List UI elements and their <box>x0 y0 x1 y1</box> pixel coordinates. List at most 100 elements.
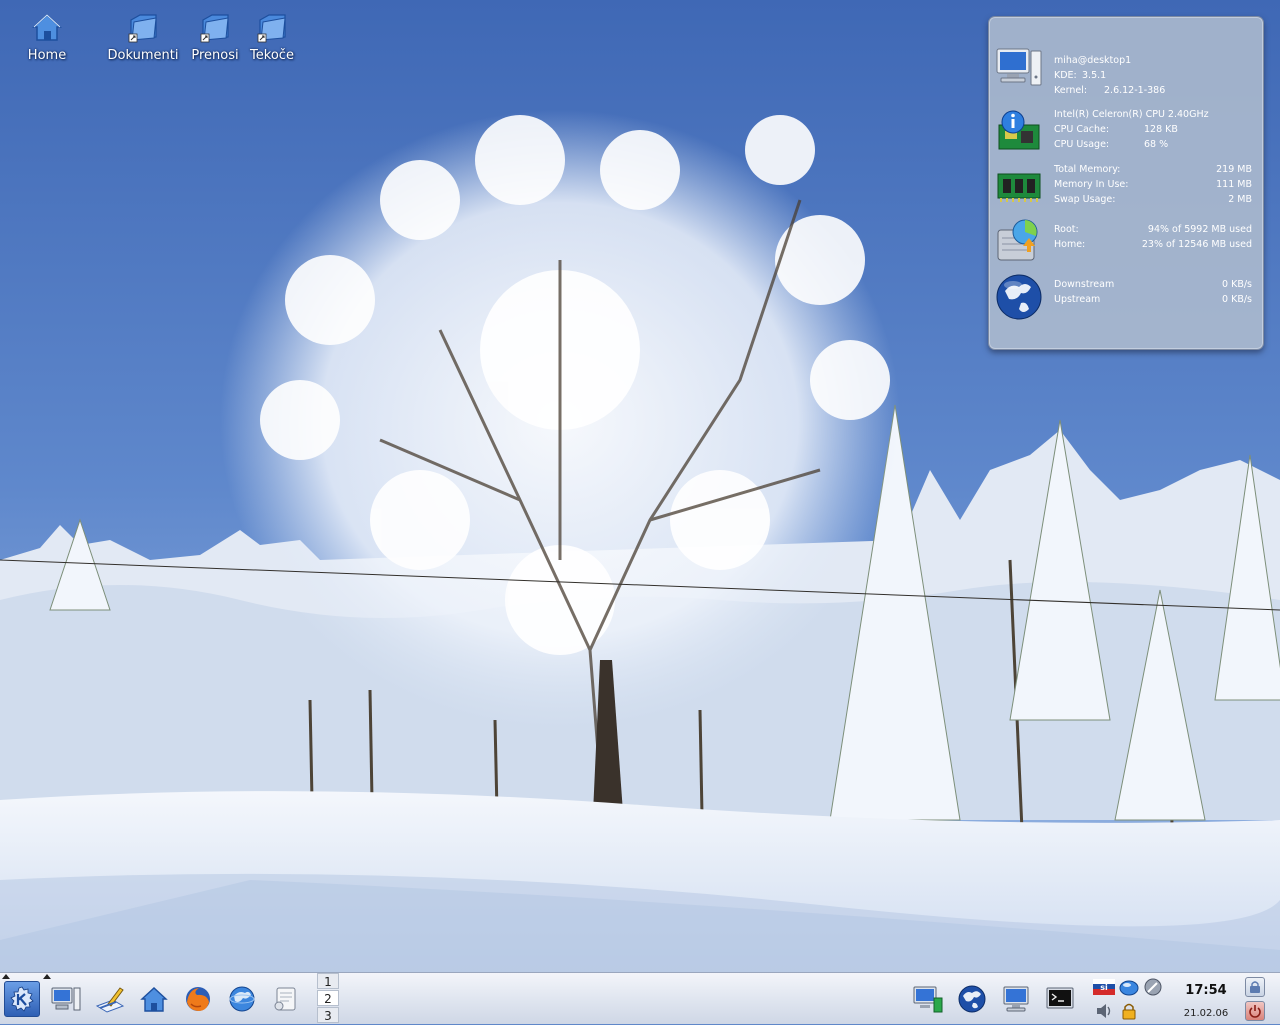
kmenu-button[interactable] <box>4 981 40 1017</box>
kopete-icon <box>1119 980 1139 996</box>
lock-tray-icon <box>1122 1003 1136 1020</box>
network-monitor-icon <box>913 986 943 1013</box>
cpu-cache-row: CPU Cache: 128 KB <box>1054 124 1252 139</box>
cpu-cache-label: CPU Cache: <box>1054 124 1110 135</box>
kernel-label: Kernel: <box>1054 85 1088 96</box>
kde-value: 3.5.1 <box>1082 70 1107 81</box>
tray-keyboard-layout[interactable]: si <box>1093 977 1115 997</box>
computer-icon <box>996 48 1042 86</box>
desktop-icon-label: Home <box>27 48 67 63</box>
terminal-icon <box>1046 987 1074 1009</box>
lock-icon <box>1250 981 1260 993</box>
folder-link-icon <box>200 14 229 43</box>
user-host-row: miha@desktop1 <box>1054 55 1252 70</box>
swap-usage-value: 2 MB <box>1228 194 1252 205</box>
globe-icon <box>958 985 986 1013</box>
root-disk-value: 94% of 5992 MB used <box>1147 224 1252 235</box>
cpu-model-value: Intel(R) Celeron(R) CPU 2.40GHz <box>1054 109 1209 120</box>
computer-icon <box>1003 986 1029 1012</box>
folder-link-icon <box>128 14 157 43</box>
launcher-konqueror[interactable] <box>224 981 260 1017</box>
upstream-value: 0 KB/s <box>1222 294 1252 305</box>
upstream-label: Upstream <box>1054 294 1101 305</box>
downstream-row: Downstream 0 KB/s <box>1054 279 1252 294</box>
keyboard-layout-icon: si <box>1093 979 1115 995</box>
kernel-row: Kernel: 2.6.12-1-386 <box>1054 85 1252 100</box>
kde-version-row: KDE: 3.5.1 <box>1054 70 1252 85</box>
konqueror-icon <box>229 986 255 1012</box>
launcher-notes[interactable] <box>268 981 304 1017</box>
cpu-cache-value: 128 KB <box>1144 124 1178 135</box>
tray-lock[interactable] <box>1118 1001 1140 1021</box>
tray-globe[interactable] <box>954 981 990 1017</box>
launcher-writer[interactable] <box>92 981 128 1017</box>
firefox-icon <box>186 987 210 1011</box>
folder-link-icon <box>257 14 286 43</box>
total-memory-value: 219 MB <box>1216 164 1252 175</box>
pager-desktop-2[interactable]: 2 <box>317 990 339 1006</box>
upstream-row: Upstream 0 KB/s <box>1054 294 1252 309</box>
panel-hide-arrow-icon[interactable] <box>2 974 10 979</box>
cpu-usage-value: 68 % <box>1144 139 1169 150</box>
cpu-info-icon <box>998 110 1040 150</box>
tray-volume[interactable] <box>1094 1001 1116 1021</box>
note-icon <box>274 987 296 1011</box>
downstream-label: Downstream <box>1054 279 1115 290</box>
tray-computer[interactable] <box>998 981 1034 1017</box>
home-disk-row: Home: 23% of 12546 MB used <box>1054 239 1252 254</box>
root-disk-label: Root: <box>1054 224 1079 235</box>
swap-usage-row: Swap Usage: 2 MB <box>1054 194 1252 209</box>
kernel-value: 2.6.12-1-386 <box>1104 85 1166 96</box>
desktop-icon-home[interactable]: Home <box>9 10 85 63</box>
user-host-value: miha@desktop1 <box>1054 55 1132 66</box>
kmenu-icon <box>10 986 34 1012</box>
home-disk-label: Home: <box>1054 239 1086 250</box>
clock-time: 17:54 <box>1185 983 1227 998</box>
pager-desktop-3[interactable]: 3 <box>317 1007 339 1023</box>
logout-button[interactable] <box>1245 1001 1265 1021</box>
tray-network-monitor[interactable] <box>910 981 946 1017</box>
power-icon <box>1249 1005 1261 1018</box>
desktop-icon-label: Dokumenti <box>107 48 179 63</box>
klipper-icon <box>1144 978 1162 996</box>
desktop-icon-label: Tekoče <box>250 48 294 63</box>
downstream-value: 0 KB/s <box>1222 279 1252 290</box>
tray-kopete[interactable] <box>1118 977 1140 997</box>
cpu-usage-row: CPU Usage: 68 % <box>1054 139 1252 154</box>
root-disk-row: Root: 94% of 5992 MB used <box>1054 224 1252 239</box>
sysinfo-widget[interactable]: miha@desktop1 KDE: 3.5.1 Kernel: 2.6.12-… <box>988 16 1264 350</box>
volume-icon <box>1097 1004 1111 1018</box>
launcher-system[interactable] <box>48 981 84 1017</box>
system-icon <box>51 987 81 1011</box>
panel-applet-arrow-icon[interactable] <box>43 974 51 979</box>
home-disk-value: 23% of 12546 MB used <box>1141 239 1252 250</box>
keyboard-layout-label: si <box>1100 983 1108 992</box>
total-memory-row: Total Memory: 219 MB <box>1054 164 1252 179</box>
cpu-usage-label: CPU Usage: <box>1054 139 1110 150</box>
tray-klipper[interactable] <box>1142 977 1164 997</box>
memory-in-use-row: Memory In Use: 111 MB <box>1054 179 1252 194</box>
desktop-icon-dokumenti[interactable]: Dokumenti <box>105 10 181 63</box>
taskbar-panel: 1 2 3 si 17:54 21.02.06 <box>0 972 1280 1024</box>
clock-date: 21.02.06 <box>1183 1008 1229 1019</box>
cpu-model-row: Intel(R) Celeron(R) CPU 2.40GHz <box>1054 109 1252 124</box>
hard-disk-icon <box>997 219 1038 261</box>
writer-icon <box>95 987 125 1013</box>
lock-screen-button[interactable] <box>1245 977 1265 997</box>
launcher-firefox[interactable] <box>180 981 216 1017</box>
home-icon <box>140 987 168 1012</box>
memory-in-use-label: Memory In Use: <box>1054 179 1129 190</box>
memory-icon <box>997 173 1041 202</box>
kde-label: KDE: <box>1054 70 1077 81</box>
home-icon <box>32 13 62 41</box>
clock-applet[interactable]: 17:54 21.02.06 <box>1174 977 1238 1019</box>
memory-in-use-value: 111 MB <box>1216 179 1252 190</box>
tray-terminal[interactable] <box>1042 981 1078 1017</box>
swap-usage-label: Swap Usage: <box>1054 194 1116 205</box>
total-memory-label: Total Memory: <box>1054 164 1121 175</box>
desktop-pager: 1 2 3 <box>317 973 339 1025</box>
globe-icon <box>996 274 1042 320</box>
desktop-icon-tekoce[interactable]: Tekoče <box>234 10 310 63</box>
launcher-home[interactable] <box>136 981 172 1017</box>
pager-desktop-1[interactable]: 1 <box>317 973 339 989</box>
